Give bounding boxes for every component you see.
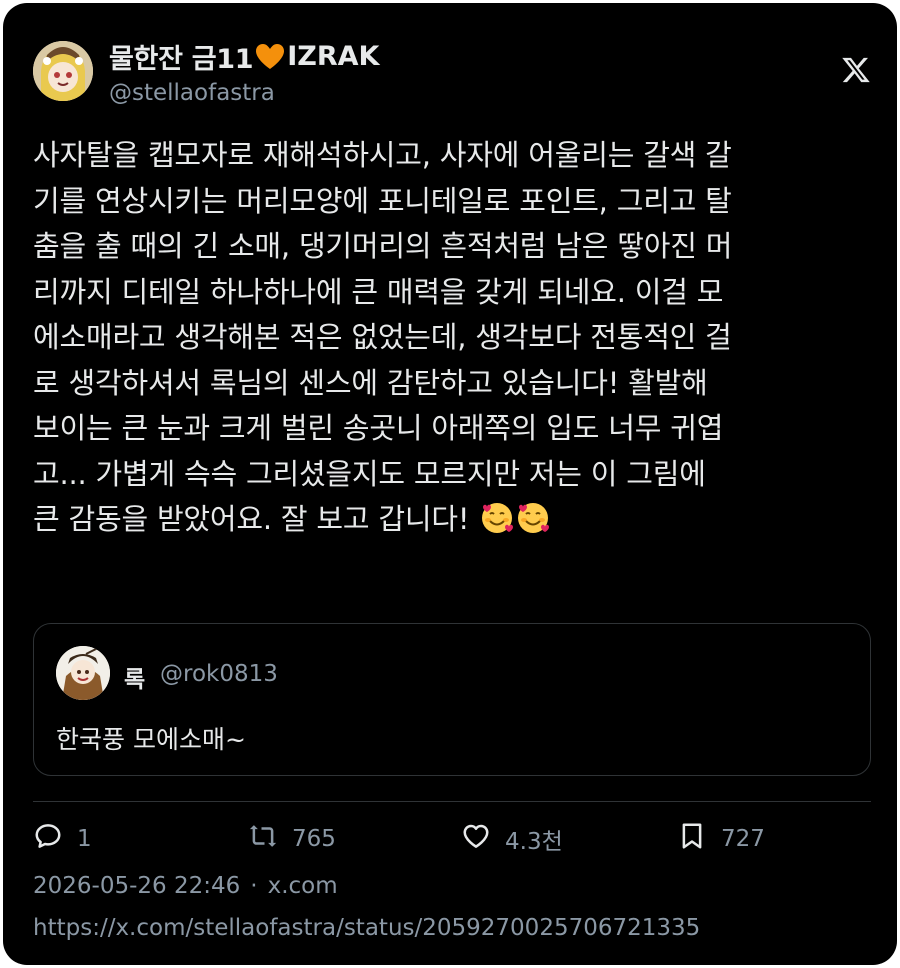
bookmark-button[interactable]: 727	[677, 821, 765, 857]
tweet-line: 리까지 디테일 하나하나에 큰 매력을 갖게 되네요. 이걸 모	[33, 274, 724, 309]
smiling-face-with-hearts-icon	[516, 501, 550, 535]
tweet-line: 로 생각하셔서 록님의 센스에 감탄하고 있습니다! 활발해	[33, 365, 708, 400]
author-handle[interactable]: @stellaofastra	[109, 80, 275, 106]
tweet-line: 기를 연상시키는 머리모양에 포니테일로 포인트, 그리고 탈	[33, 183, 732, 218]
tweet-line: 에소매라고 생각해본 적은 없었는데, 생각보다 전통적인 걸	[33, 320, 732, 354]
like-button[interactable]: 4.3천	[461, 821, 563, 857]
retweet-count: 765	[292, 826, 336, 852]
tweet-line: 춤을 출 때의 긴 소매, 댕기머리의 흔적처럼 남은 땋아진 머	[33, 229, 733, 263]
source[interactable]: x.com	[268, 873, 338, 899]
orange-heart-icon	[255, 43, 285, 71]
quoted-tweet[interactable]: 록 @rok0813 한국풍 모에소매~	[33, 623, 871, 776]
reply-count: 1	[77, 826, 92, 852]
quoted-author-avatar[interactable]	[56, 646, 110, 700]
author-name-row[interactable]: 물한잔 금11 IZRAK	[109, 37, 379, 76]
tweet-last-line: 큰 감동을 받았어요. 잘 보고 갑니다!	[33, 497, 878, 543]
tweet-card: 물한잔 금11 IZRAK @stellaofastra 사자탈을 캡모자로 재…	[3, 3, 897, 965]
author-display-name[interactable]: 물한잔 금11	[109, 37, 254, 76]
quoted-author-handle[interactable]: @rok0813	[160, 661, 278, 687]
tweet-line: 보이는 큰 눈과 크게 벌린 송곳니 아래쪽의 입도 너무 귀엽	[33, 411, 724, 445]
meta-separator: ·	[250, 873, 258, 899]
retweet-button[interactable]: 765	[248, 821, 336, 857]
timestamp[interactable]: 2026-05-26 22:46	[33, 873, 240, 899]
bookmark-count: 727	[721, 826, 765, 852]
quoted-tweet-text: 한국풍 모에소매~	[56, 725, 246, 754]
author-name-suffix[interactable]: IZRAK	[287, 41, 379, 72]
bookmark-icon	[677, 821, 707, 857]
tweet-url[interactable]: https://x.com/stellaofastra/status/20592…	[33, 915, 700, 941]
tweet-line: 고... 가볍게 슥슥 그리셨을지도 모르지만 저는 이 그림에	[33, 456, 706, 491]
heart-icon	[461, 821, 491, 857]
tweet-line: 큰 감동을 받았어요. 잘 보고 갑니다!	[33, 502, 470, 536]
like-count: 4.3천	[505, 829, 563, 855]
divider	[33, 801, 871, 802]
tweet-meta: 2026-05-26 22:46 · x.com	[33, 873, 338, 899]
author-avatar[interactable]	[33, 41, 93, 101]
tweet-line: 사자탈을 캡모자로 재해석하시고, 사자에 어울리는 갈색 갈	[33, 138, 732, 172]
reply-icon	[33, 821, 63, 857]
smiling-face-with-hearts-icon	[480, 501, 514, 535]
tweet-text: 사자탈을 캡모자로 재해석하시고, 사자에 어울리는 갈색 갈 기를 연상시키는…	[33, 133, 878, 543]
x-logo-icon[interactable]	[841, 55, 871, 85]
retweet-icon	[248, 821, 278, 857]
reply-button[interactable]: 1	[33, 821, 92, 857]
quoted-author-name[interactable]: 록	[124, 660, 145, 694]
